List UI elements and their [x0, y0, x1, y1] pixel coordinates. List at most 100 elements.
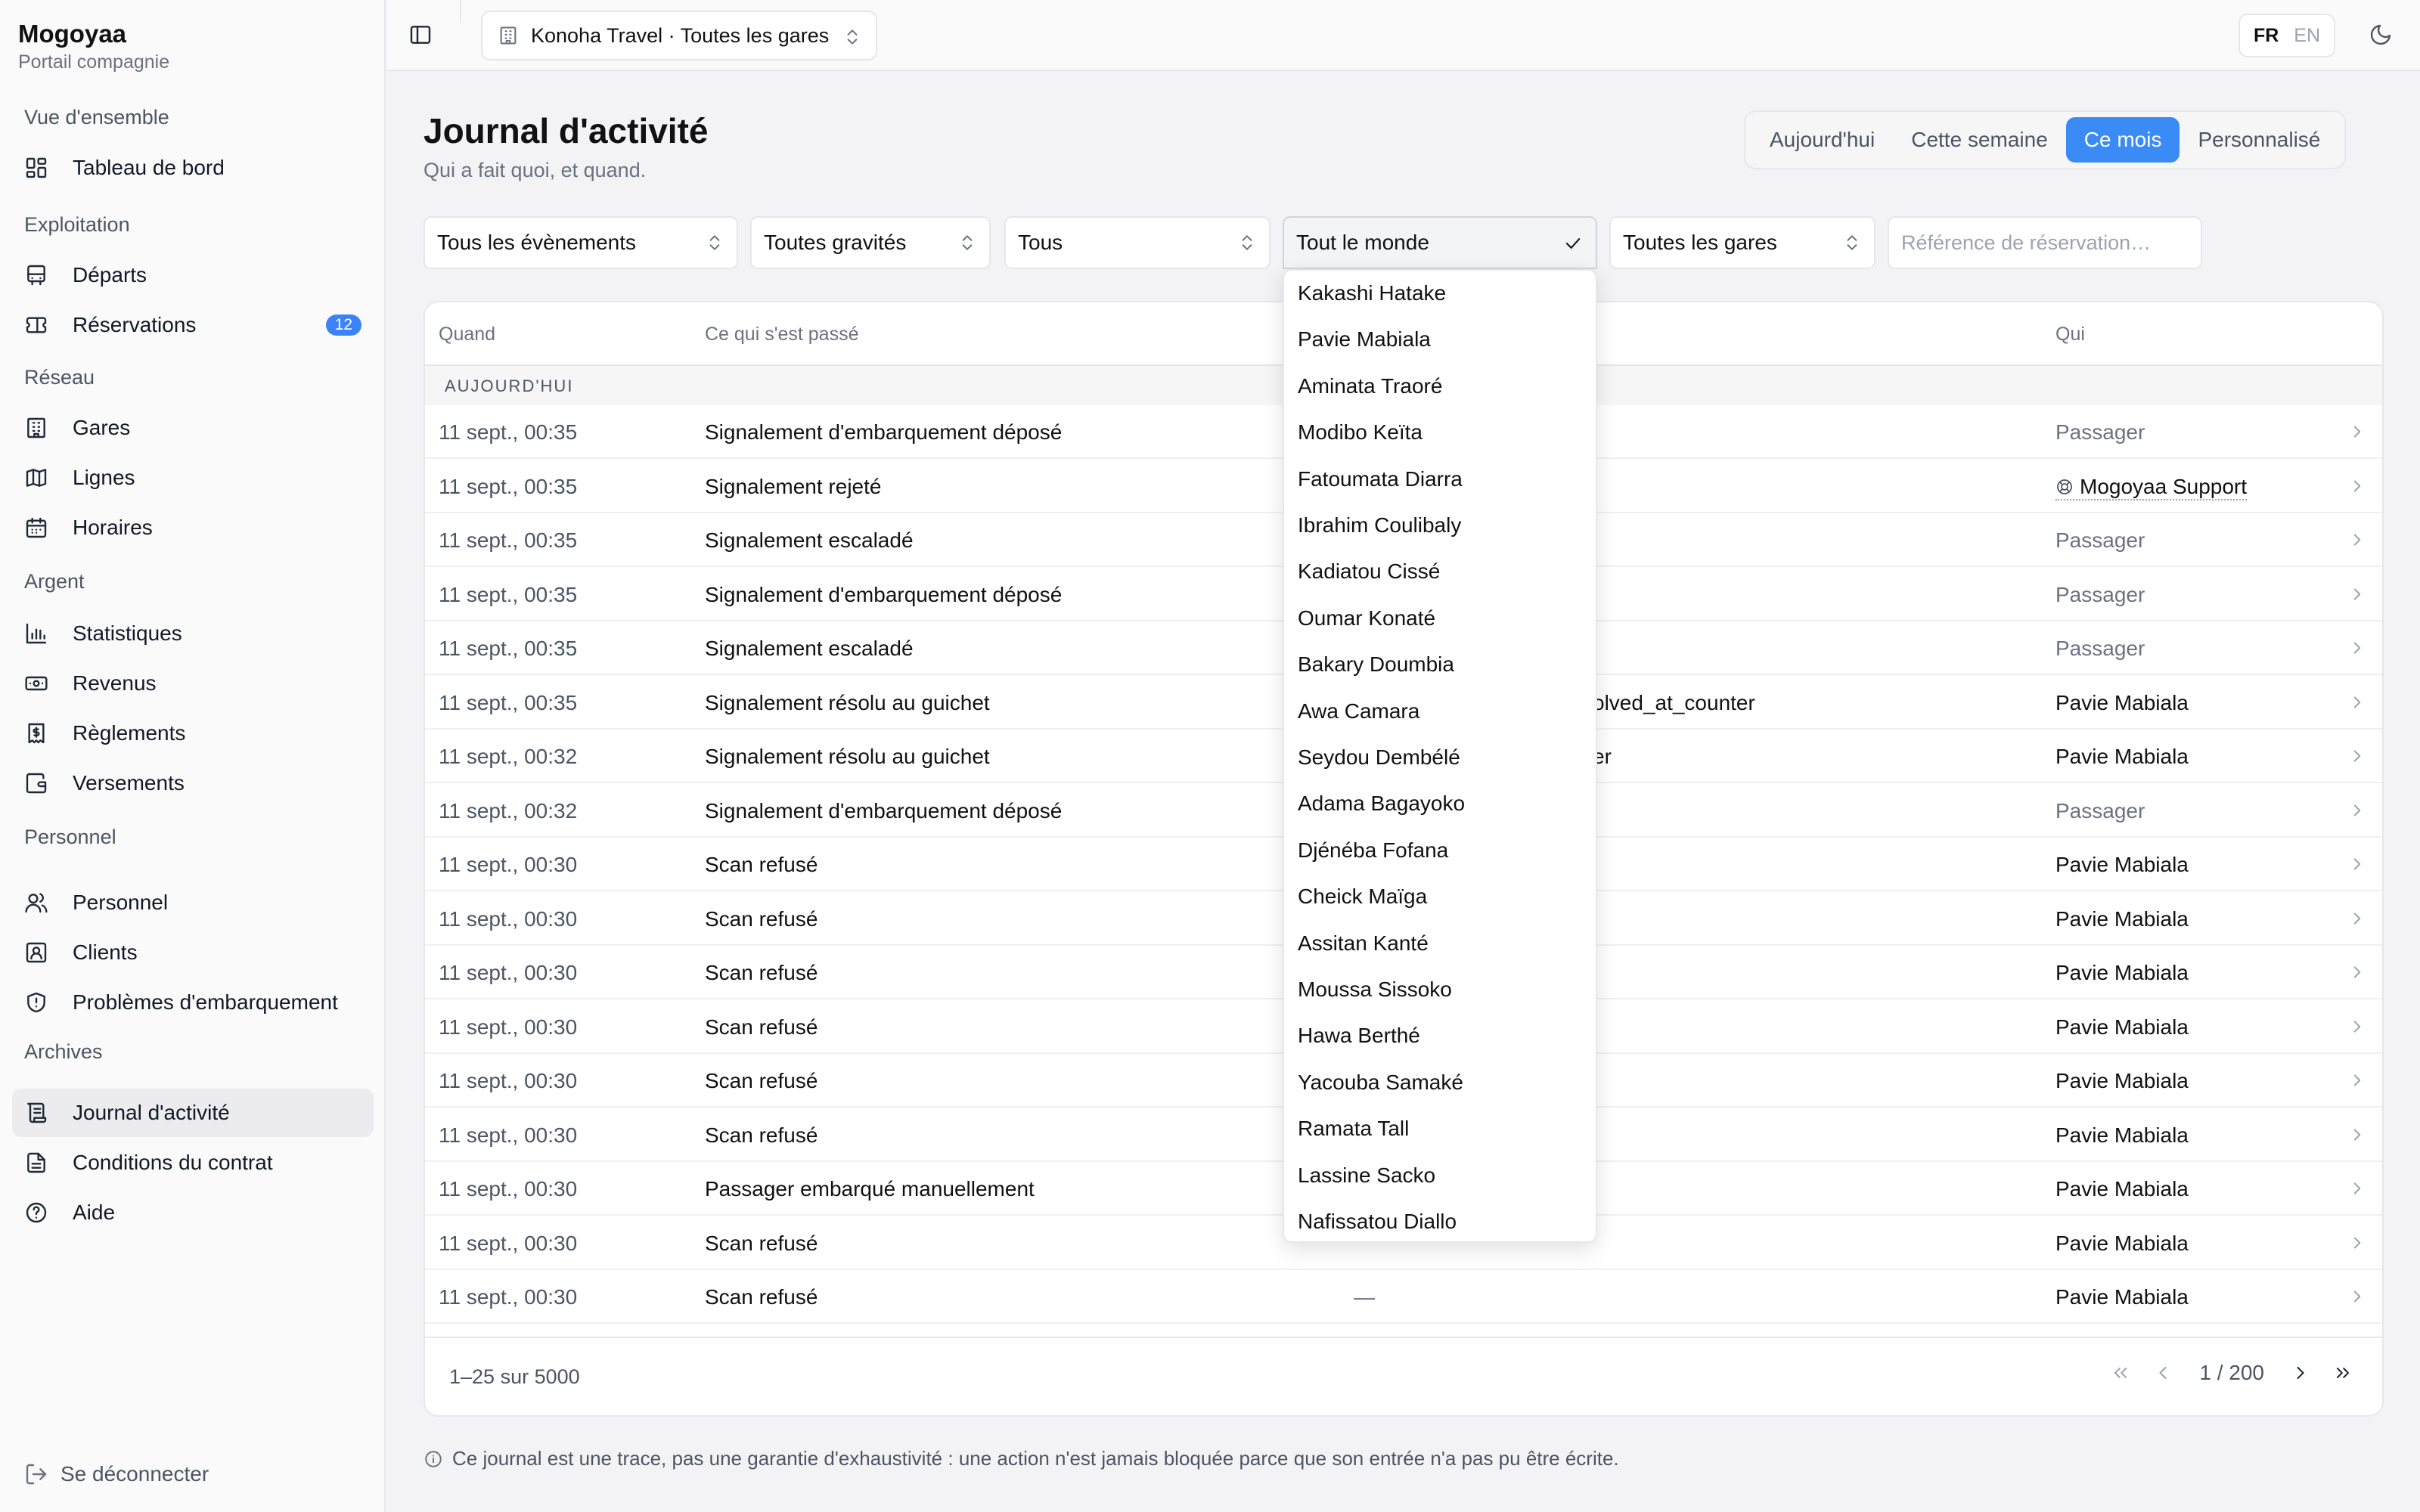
dropdown-option[interactable]: Yacouba Samaké: [1298, 1070, 1463, 1095]
row-what: Scan refusé: [705, 1015, 818, 1039]
dropdown-option[interactable]: Pavie Mabiala: [1298, 327, 1431, 352]
sidebar-item[interactable]: Départs: [12, 251, 374, 299]
row-open-button[interactable]: [2347, 854, 2367, 874]
dropdown-option[interactable]: Ramata Tall: [1298, 1117, 1409, 1141]
dropdown-option[interactable]: Kadiatou Cissé: [1298, 559, 1440, 584]
station-selector[interactable]: Konoha Travel · Toutes les gares: [481, 11, 877, 60]
row-open-button[interactable]: [2347, 422, 2367, 442]
row-open-button[interactable]: [2347, 1125, 2367, 1145]
sidebar-item[interactable]: Versements: [12, 759, 374, 807]
dropdown-option[interactable]: Seydou Dembélé: [1298, 745, 1460, 770]
sidebar-item[interactable]: Journal d'activité: [12, 1089, 374, 1137]
row-open-button[interactable]: [2347, 692, 2367, 712]
sidebar-item-label: Revenus: [73, 671, 157, 695]
first-page-button[interactable]: [2110, 1362, 2131, 1383]
event-filter-select[interactable]: Tous les évènements: [424, 216, 738, 269]
row-what: Scan refusé: [705, 906, 818, 931]
sidebar-item[interactable]: Tableau de bord: [12, 144, 374, 192]
chevron-right-icon: [2353, 1182, 2361, 1194]
sidebar-item[interactable]: Clients: [12, 928, 374, 977]
dropdown-option[interactable]: Kakashi Hatake: [1298, 281, 1446, 305]
severity-filter-value: Toutes gravités: [764, 231, 907, 254]
dropdown-option[interactable]: Ibrahim Coulibaly: [1298, 513, 1461, 538]
period-option[interactable]: Aujourd'hui: [1751, 117, 1893, 163]
sidebar-item[interactable]: Aide: [12, 1188, 374, 1237]
station-filter-value: Toutes les gares: [1623, 231, 1777, 254]
row-open-button[interactable]: [2347, 962, 2367, 982]
prev-page-button[interactable]: [2152, 1362, 2173, 1383]
row-what: Scan refusé: [705, 961, 818, 984]
period-option[interactable]: Cette semaine: [1893, 117, 2066, 163]
sidebar-item[interactable]: Lignes: [12, 454, 374, 502]
dropdown-option[interactable]: Lassine Sacko: [1298, 1163, 1435, 1188]
sidebar-toggle-button[interactable]: [408, 23, 433, 47]
chevrons-left-icon: [2114, 1368, 2127, 1378]
reference-search-input[interactable]: Référence de réservation…: [1888, 216, 2202, 269]
period-option[interactable]: Personnalisé: [2180, 117, 2338, 163]
chevron-updown-icon: [1242, 235, 1252, 250]
pagination: 1 / 200: [2099, 1361, 2364, 1385]
dropdown-option[interactable]: Bakary Doumbia: [1298, 652, 1454, 677]
type-filter-select[interactable]: Tous: [1004, 216, 1270, 269]
dropdown-option[interactable]: Aminata Traoré: [1298, 374, 1442, 398]
severity-filter-select[interactable]: Toutes gravités: [750, 216, 991, 269]
sidebar-item[interactable]: Revenus: [12, 659, 374, 708]
row-what: Signalement d'embarquement déposé: [705, 582, 1063, 606]
row-open-button[interactable]: [2347, 530, 2367, 550]
table-row[interactable]: 11 sept., 00:30 Scan refusé — Pavie Mabiala: [425, 1270, 2382, 1324]
logout-button[interactable]: Se déconnecter: [24, 1462, 209, 1486]
next-page-button[interactable]: [2290, 1362, 2311, 1383]
sidebar-item[interactable]: Horaires: [12, 503, 374, 552]
dropdown-option[interactable]: Oumar Konaté: [1298, 606, 1435, 631]
language-switcher[interactable]: FR EN: [2238, 14, 2335, 57]
row-open-button[interactable]: [2347, 638, 2367, 658]
dropdown-option[interactable]: Nafissatou Diallo: [1298, 1210, 1457, 1234]
row-open-button[interactable]: [2347, 1070, 2367, 1090]
row-when: 11 sept., 00:35: [439, 690, 578, 714]
sidebar-item[interactable]: Règlements: [12, 709, 374, 758]
row-open-button[interactable]: [2347, 1179, 2367, 1198]
chevron-right-icon: [2353, 426, 2361, 438]
dropdown-option[interactable]: Modibo Keïta: [1298, 420, 1423, 445]
dropdown-option[interactable]: Hawa Berthé: [1298, 1024, 1420, 1048]
lang-fr[interactable]: FR: [2254, 25, 2279, 47]
row-who: Pavie Mabiala: [2055, 1123, 2189, 1147]
row-what: Scan refusé: [705, 1123, 818, 1147]
type-filter-value: Tous: [1018, 231, 1063, 254]
row-who: Pavie Mabiala: [2055, 745, 2189, 768]
period-option[interactable]: Ce mois: [2065, 117, 2180, 163]
row-open-button[interactable]: [2347, 909, 2367, 928]
dropdown-option[interactable]: Adama Bagayoko: [1298, 792, 1465, 816]
sidebar-item[interactable]: Gares: [12, 404, 374, 452]
chevron-right-icon: [2353, 642, 2361, 654]
lang-en[interactable]: EN: [2294, 25, 2320, 47]
row-open-button[interactable]: [2347, 1287, 2367, 1306]
dropdown-option[interactable]: Assitan Kanté: [1298, 931, 1429, 956]
sidebar-item[interactable]: Conditions du contrat: [12, 1139, 374, 1187]
sidebar-item[interactable]: Réservations 12: [12, 301, 374, 349]
sidebar-item[interactable]: Personnel: [12, 878, 374, 927]
row-open-button[interactable]: [2347, 476, 2367, 496]
dropdown-option[interactable]: Moussa Sissoko: [1298, 978, 1452, 1002]
receipt-icon: [28, 723, 45, 744]
result-count: 1–25 sur 5000: [449, 1365, 580, 1388]
row-open-button[interactable]: [2347, 584, 2367, 604]
actor-filter-select[interactable]: Tout le monde: [1283, 216, 1597, 269]
chevron-updown-icon: [1847, 235, 1857, 250]
row-who[interactable]: Mogoyaa Support: [2055, 475, 2248, 500]
sidebar-item[interactable]: Statistiques: [12, 609, 374, 658]
row-open-button[interactable]: [2347, 746, 2367, 766]
row-open-button[interactable]: [2347, 1233, 2367, 1253]
dropdown-option[interactable]: Djénéba Fofana: [1298, 838, 1448, 863]
dropdown-option[interactable]: Cheick Maïga: [1298, 885, 1427, 909]
station-filter-select[interactable]: Toutes les gares: [1609, 216, 1876, 269]
row-open-button[interactable]: [2347, 1017, 2367, 1036]
dropdown-option[interactable]: Awa Camara: [1298, 699, 1419, 723]
chevron-right-icon: [2353, 696, 2361, 708]
sidebar-item[interactable]: Problèmes d'embarquement: [12, 978, 374, 1027]
dropdown-option[interactable]: Fatoumata Diarra: [1298, 467, 1463, 491]
last-page-button[interactable]: [2332, 1362, 2353, 1383]
theme-toggle-button[interactable]: [2369, 23, 2393, 47]
row-open-button[interactable]: [2347, 801, 2367, 820]
row-when: 11 sept., 00:30: [439, 1069, 578, 1092]
